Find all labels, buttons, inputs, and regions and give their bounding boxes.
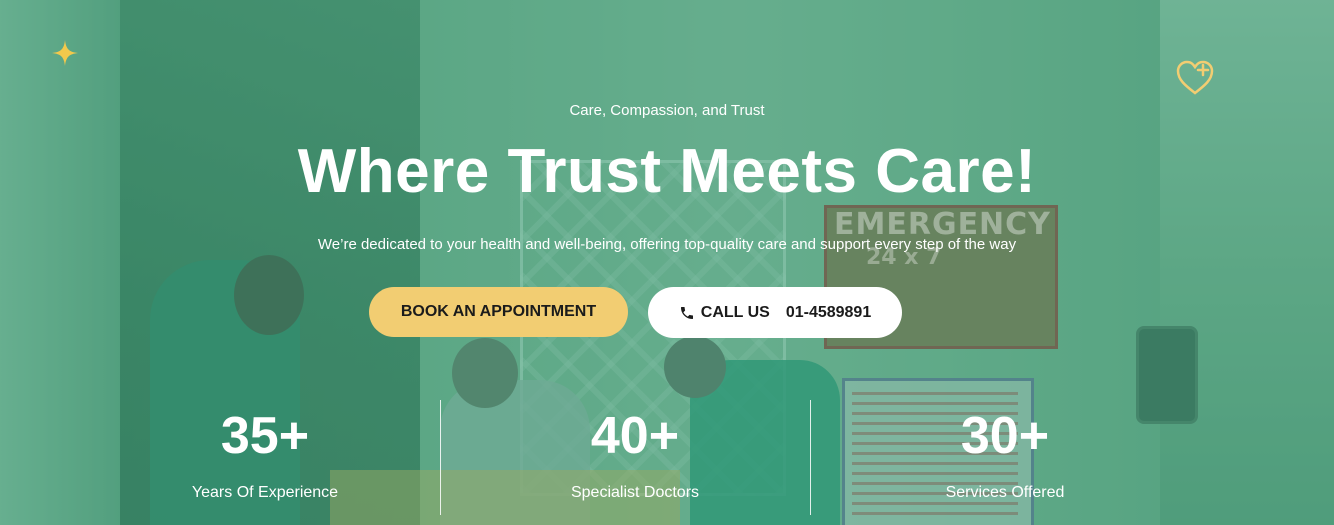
hero-tagline: Care, Compassion, and Trust (569, 102, 765, 119)
stat-divider (440, 400, 441, 515)
stat-value: 35+ (220, 407, 310, 465)
stat-value: 30+ (960, 407, 1050, 465)
phone-icon (680, 306, 693, 319)
hero-section: EMERGENCY 24 x 7 Care, Compassion, and T… (0, 0, 1334, 525)
call-us-number: 01-4589891 (785, 303, 872, 321)
stat-label: Services Offered (945, 484, 1065, 501)
call-us-label: CALL US (700, 303, 770, 321)
stats-row: 35+ Years Of Experience 40+ Specialist D… (80, 400, 1190, 518)
stat-divider (810, 400, 811, 515)
stat-value: 40+ (590, 407, 680, 465)
book-appointment-button[interactable]: BOOK AN APPOINTMENT (369, 287, 628, 337)
stat-doctors: 40+ Specialist Doctors (450, 400, 820, 518)
heart-plus-icon (1176, 60, 1214, 95)
sparkle-icon (52, 40, 78, 66)
stat-experience: 35+ Years Of Experience (80, 400, 450, 518)
call-us-button[interactable]: CALL US 01-4589891 (648, 287, 902, 338)
stat-services: 30+ Services Offered (820, 400, 1190, 518)
hero-headline: Where Trust Meets Care! (297, 137, 1037, 206)
stat-label: Specialist Doctors (570, 484, 700, 501)
book-appointment-label: BOOK AN APPOINTMENT (400, 303, 597, 320)
stat-label: Years Of Experience (191, 484, 339, 501)
hero-subtext: We’re dedicated to your health and well-… (317, 236, 1017, 253)
